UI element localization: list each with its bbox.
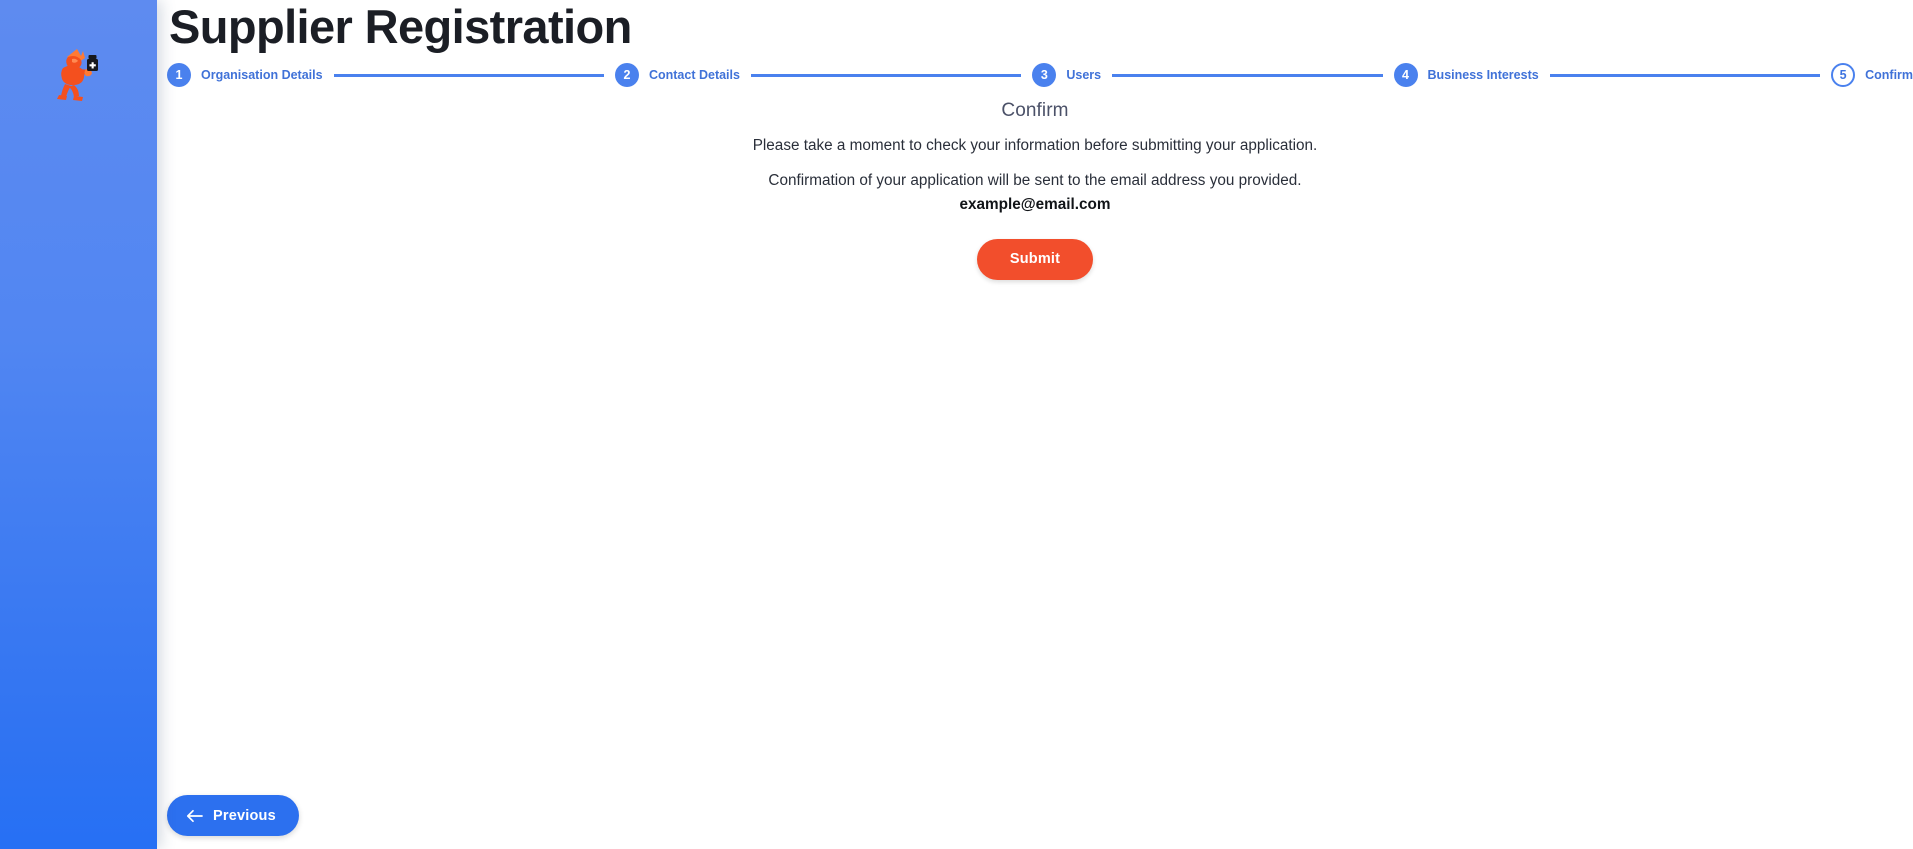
- step-label-5: Confirm: [1865, 68, 1913, 82]
- confirm-instruction-line-2: Confirmation of your application will be…: [768, 171, 1302, 189]
- step-label-1: Organisation Details: [201, 68, 323, 82]
- step-label-3: Users: [1066, 68, 1102, 82]
- confirm-section: Confirm Please take a moment to check yo…: [157, 98, 1913, 280]
- step-connector-4: [1549, 73, 1821, 77]
- step-connector-3: [1112, 73, 1383, 77]
- step-number-3: 3: [1032, 63, 1057, 87]
- step-number-4: 4: [1393, 63, 1418, 87]
- submit-button-wrapper: Submit: [157, 238, 1913, 280]
- stepper-step-organisation-details[interactable]: 1 Organisation Details: [167, 63, 323, 87]
- step-number-2: 2: [614, 63, 639, 87]
- step-connector-1: [333, 73, 604, 77]
- step-number-1: 1: [167, 63, 191, 87]
- confirmation-email-address: example@email.com: [959, 196, 1111, 213]
- page-title: Supplier Registration: [169, 0, 632, 53]
- running-person-with-jar-icon: [50, 44, 106, 106]
- registration-stepper: 1 Organisation Details 2 Contact Details…: [167, 62, 1913, 88]
- stepper-step-business-interests[interactable]: 4 Business Interests: [1393, 63, 1539, 87]
- arrow-left-icon: [186, 809, 203, 823]
- confirm-instruction-line-1: Please take a moment to check your infor…: [752, 137, 1318, 154]
- stepper-step-users[interactable]: 3 Users: [1032, 63, 1101, 87]
- stepper-step-contact-details[interactable]: 2 Contact Details: [614, 63, 740, 87]
- previous-button[interactable]: Previous: [167, 795, 299, 836]
- confirm-heading: Confirm: [1001, 100, 1069, 121]
- supplier-registration-page: Supplier Registration 1 Organisation Det…: [0, 0, 1913, 849]
- submit-button[interactable]: Submit: [977, 238, 1093, 280]
- stepper-step-confirm[interactable]: 5 Confirm: [1831, 63, 1913, 87]
- previous-button-label: Previous: [213, 807, 276, 824]
- brand-sidebar: [0, 0, 157, 849]
- step-connector-2: [750, 73, 1022, 77]
- step-label-2: Contact Details: [648, 68, 740, 82]
- step-label-4: Business Interests: [1427, 68, 1539, 82]
- main-content: Supplier Registration 1 Organisation Det…: [157, 0, 1913, 849]
- step-number-5: 5: [1831, 63, 1856, 87]
